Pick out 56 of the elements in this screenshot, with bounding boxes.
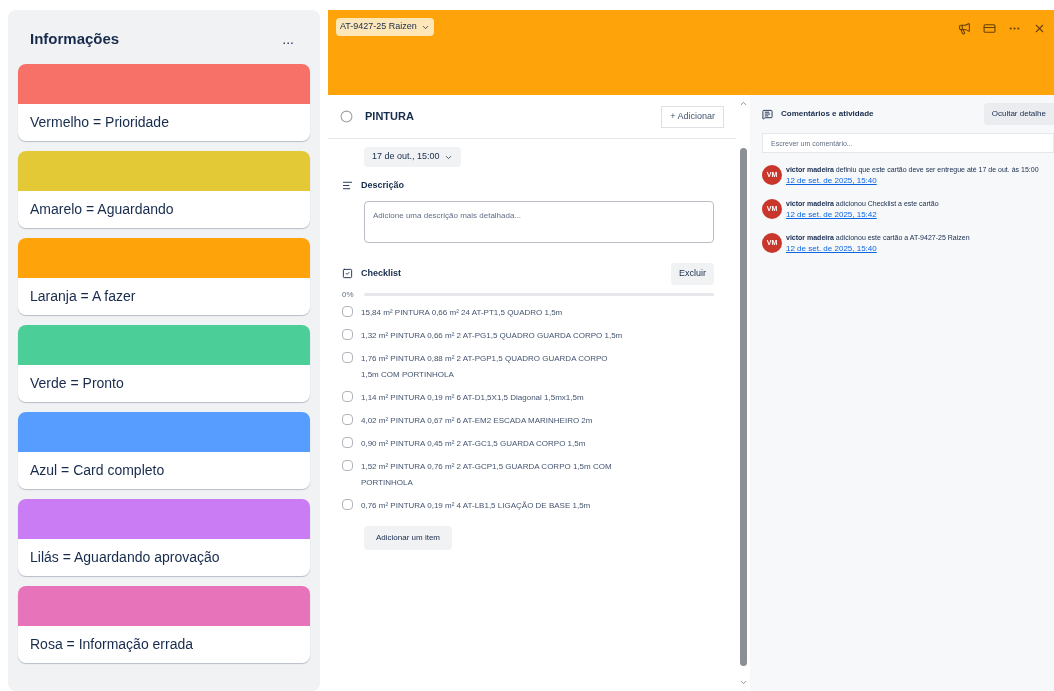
activity-timestamp[interactable]: 12 de set. de 2025, 15:42	[786, 209, 939, 221]
legend-card[interactable]: Rosa = Informação errada	[18, 586, 310, 663]
add-button[interactable]: + Adicionar	[661, 105, 724, 128]
legend-card[interactable]: Lilás = Aguardando aprovação	[18, 499, 310, 576]
legend-card[interactable]: Vermelho = Prioridade	[18, 64, 310, 141]
legend-card[interactable]: Verde = Pronto	[18, 325, 310, 402]
checklist-item: 4,02 m² PINTURA 0,67 m² 6 AT-EM2 ESCADA MARINHEIRO 2m	[361, 414, 593, 427]
checklist-item: 0,76 m² PINTURA 0,19 m² 4 AT-LB1,5 LIGAÇÃO DE BASE 1,5m	[361, 499, 591, 512]
item-checkbox[interactable]	[342, 328, 353, 340]
card-title: PINTURA	[365, 109, 414, 125]
hide-details-button[interactable]: Ocultar detalhe	[983, 103, 1054, 125]
activity-timestamp[interactable]: 12 de set. de 2025, 15:40	[786, 243, 970, 255]
item-checkbox[interactable]	[342, 390, 353, 402]
section-heading: Checklist	[361, 266, 402, 280]
add-item-button[interactable]: Adicionar um item	[364, 525, 453, 550]
complete-toggle-icon[interactable]	[340, 110, 353, 123]
section-heading: Comentários e atividade	[781, 108, 874, 120]
list-selector[interactable]: AT-9427-25 Raizen	[336, 18, 434, 36]
card-label: Laranja = A fazer	[29, 287, 137, 306]
legend-card[interactable]: Laranja = A fazer	[18, 238, 310, 315]
activity-icon	[762, 108, 773, 120]
description-icon	[342, 180, 353, 192]
list-title: Informações	[30, 28, 120, 49]
item-checkbox[interactable]	[342, 305, 353, 317]
card-label: Amarelo = Aguardando	[29, 200, 175, 219]
card-label: Vermelho = Prioridade	[29, 113, 170, 132]
item-checkbox[interactable]	[342, 413, 353, 425]
activity-timestamp[interactable]: 12 de set. de 2025, 15:40	[786, 175, 1039, 187]
checklist-item: 1,32 m² PINTURA 0,66 m² 2 AT-PG1,5 QUADRO GUARDA CORPO 1,5m	[361, 329, 623, 342]
checklist-icon	[342, 268, 353, 279]
item-checkbox[interactable]	[342, 498, 353, 510]
checklist-item: 15,84 m² PINTURA 0,66 m² 24 AT-PT1,5 QUADRO 1,5m	[361, 306, 563, 319]
due-date-button[interactable]: 17 de out., 15:00	[364, 147, 461, 167]
checklist-item: 1,14 m² PINTURA 0,19 m² 6 AT-D1,5X1,5 Diagonal 1,5mx1,5m	[361, 391, 584, 404]
card-icon[interactable]	[983, 22, 996, 35]
card-label: Azul = Card completo	[29, 461, 166, 480]
card-label: Verde = Pronto	[29, 374, 125, 393]
item-checkbox[interactable]	[342, 436, 353, 448]
close-icon[interactable]	[1033, 22, 1046, 35]
checklist-item: 1,76 m² PINTURA 0,88 m² 2 AT-PGP1,5 QUADRO GUARDA CORPO 1,5m COM PORTINHOLA	[361, 352, 609, 381]
list-menu-button[interactable]: ...	[278, 28, 298, 50]
scroll-down-icon[interactable]	[738, 678, 748, 687]
item-checkbox[interactable]	[342, 351, 353, 363]
megaphone-icon[interactable]	[958, 22, 971, 35]
legend-card[interactable]: Azul = Card completo	[18, 412, 310, 489]
item-checkbox[interactable]	[342, 459, 353, 471]
checklist-item: 1,52 m² PINTURA 0,76 m² 2 AT-GCP1,5 GUARDA CORPO 1,5m COM PORTINHOLA	[361, 460, 613, 489]
legend-card[interactable]: Amarelo = Aguardando	[18, 151, 310, 228]
card-label: Lilás = Aguardando aprovação	[29, 548, 221, 567]
progress-percent: 0%	[342, 288, 355, 301]
delete-button[interactable]: Excluir	[671, 262, 714, 285]
section-heading: Descrição	[361, 179, 405, 192]
description-field[interactable]: Adicione uma descrição mais detalhada...	[364, 200, 714, 243]
checklist-item: 0,90 m² PINTURA 0,45 m² 2 AT-GC1,5 GUARDA CORPO 1,5m	[361, 437, 586, 450]
card-label: Rosa = Informação errada	[29, 635, 195, 654]
scroll-up-icon[interactable]	[738, 99, 748, 108]
